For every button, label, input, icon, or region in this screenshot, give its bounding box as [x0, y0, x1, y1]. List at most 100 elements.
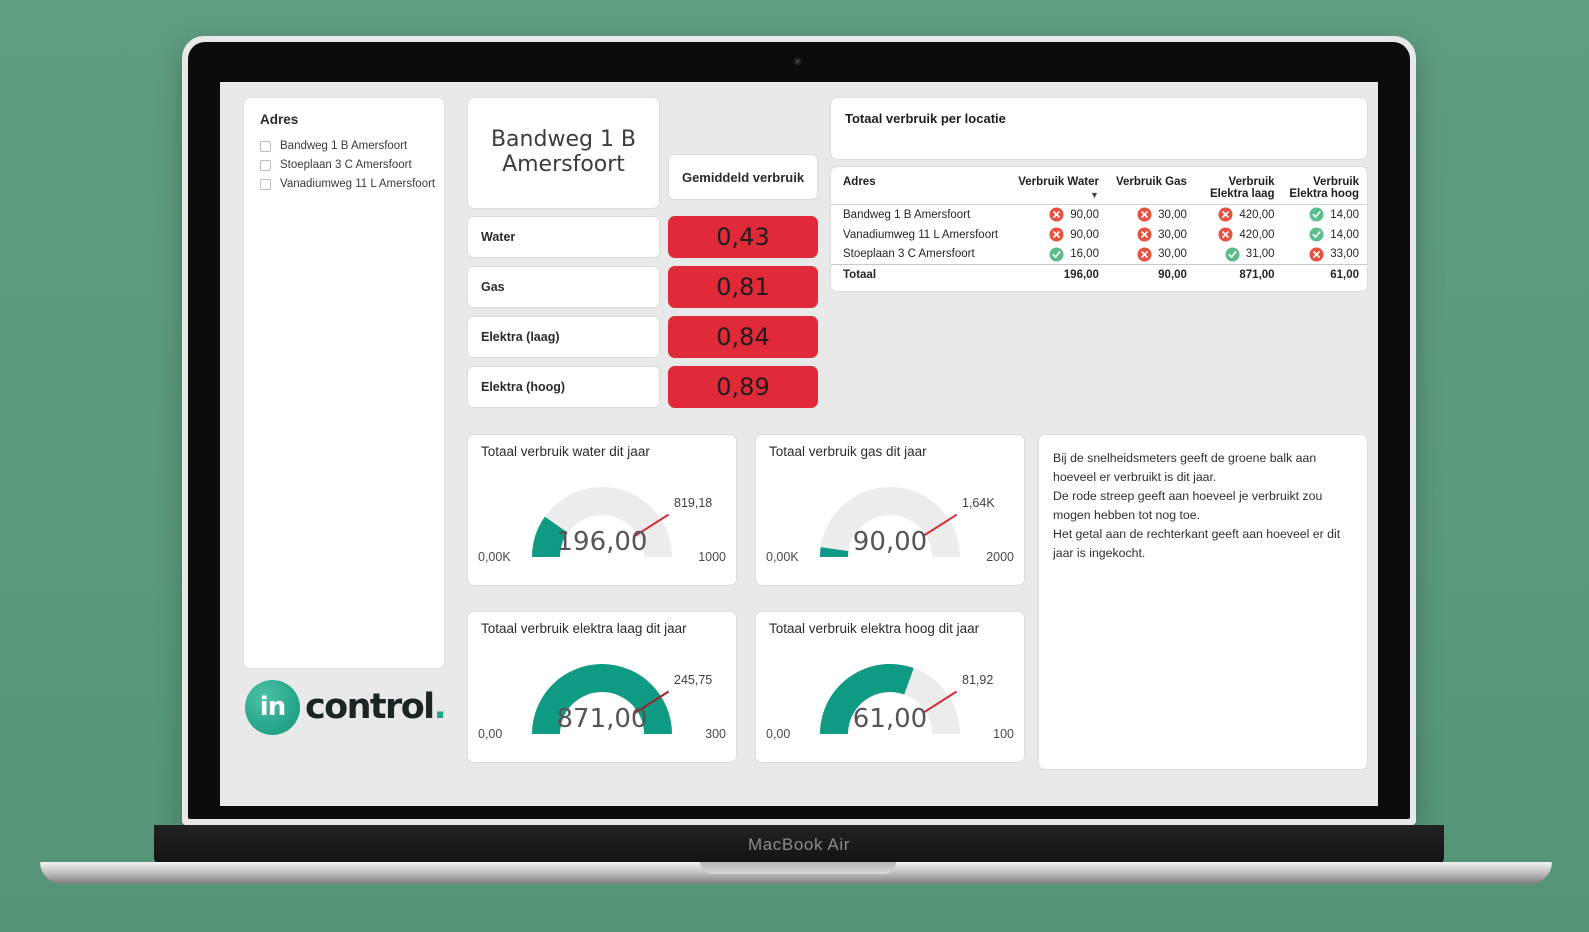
cell-water: 90,00: [1006, 205, 1107, 225]
matrix-title-card: Totaal verbruik per locatie: [830, 97, 1368, 160]
matrix-title: Totaal verbruik per locatie: [845, 111, 1006, 126]
col-header-label: Verbruik Gas: [1115, 176, 1187, 188]
table-row[interactable]: Stoeplaan 3 C Amersfoort 16,00 30,00 31,…: [831, 245, 1367, 265]
col-header-verbruik-water[interactable]: Verbruik Water ▼: [1006, 167, 1107, 205]
kpi-value-card: 0,81: [668, 266, 818, 308]
info-line-3: Het getal aan de rechterkant geeft aan h…: [1053, 527, 1341, 561]
gauge-max-label: 2000: [986, 550, 1014, 564]
address-filter-item[interactable]: Vanadiumweg 11 L Amersfoort: [260, 175, 444, 193]
col-header-label: Verbruik: [1312, 176, 1359, 188]
cell-value: 30,00: [1158, 228, 1187, 241]
checkbox-icon[interactable]: [260, 159, 271, 171]
kpi-value-text: 0,43: [716, 223, 770, 251]
info-panel: Bij de snelheidsmeters geeft de groene b…: [1038, 434, 1368, 770]
average-usage-header-card: Gemiddeld verbruik: [668, 154, 818, 200]
col-header-adres[interactable]: Adres: [831, 167, 1007, 205]
logo-wordmark: control.: [305, 687, 447, 727]
gauge-card-gas: Totaal verbruik gas dit jaar 90,00 0,00K 2…: [755, 434, 1025, 586]
cell-elektra-laag: 420,00: [1195, 205, 1283, 225]
cell-value: 90,00: [1070, 208, 1099, 221]
screenshot-root: Adres Bandweg 1 B Amersfoort Stoeplaan 3…: [0, 0, 1589, 932]
logo-circle-icon: in: [245, 679, 300, 735]
info-line-2: De rode streep geeft aan hoeveel je verb…: [1053, 489, 1323, 523]
cell-elektra-laag: 420,00: [1195, 225, 1283, 245]
selected-address-title: Bandweg 1 B Amersfoort: [490, 127, 637, 177]
gauge-title: Totaal verbruik elektra laag dit jaar: [481, 621, 687, 636]
kpi-label-card: Elektra (hoog): [467, 366, 660, 408]
kpi-value-text: 0,89: [716, 373, 770, 401]
matrix-table: Adres Verbruik Water ▼ Verbruik Gas Verb…: [831, 167, 1367, 285]
gauge-min-label: 0,00: [478, 727, 503, 741]
kpi-value-text: 0,84: [716, 323, 770, 351]
address-filter-label: Bandweg 1 B Amersfoort: [280, 140, 408, 152]
col-header-verbruik-elektra-laag[interactable]: Verbruik Elektra laag: [1194, 167, 1283, 205]
cell-total-label: Totaal: [831, 264, 1007, 285]
gauge-body: 196,00 0,00K 1000 819,18: [468, 459, 736, 571]
col-header-label: Verbruik Water: [1018, 176, 1099, 188]
gauge-body: 90,00 0,00K 2000 1,64K: [756, 459, 1024, 571]
status-bad-icon: [1218, 207, 1233, 222]
laptop-base: MacBook Air: [154, 825, 1444, 867]
cell-gas: 30,00: [1107, 205, 1195, 225]
status-bad-icon: [1049, 227, 1064, 242]
gauge-value: 871,00: [556, 704, 648, 734]
logo-dot: .: [433, 687, 447, 727]
device-label: MacBook Air: [747, 835, 851, 854]
average-usage-header-label: Gemiddeld verbruik: [681, 169, 805, 185]
matrix-header-row: Adres Verbruik Water ▼ Verbruik Gas Verb…: [831, 167, 1367, 205]
gauge-card-elektra-laag: Totaal verbruik elektra laag dit jaar 87…: [467, 611, 737, 763]
kpi-value-card: 0,84: [668, 316, 818, 358]
gauge-min-label: 0,00K: [478, 550, 511, 564]
status-good-icon: [1225, 247, 1240, 262]
table-row[interactable]: Vanadiumweg 11 L Amersfoort 90,00 30,00 …: [831, 225, 1367, 245]
gauge-max-label: 100: [993, 727, 1014, 741]
logo-word-text: control: [305, 687, 435, 727]
cell-total-water: 196,00: [1006, 264, 1107, 285]
gauge-target-label: 245,75: [674, 672, 713, 687]
cell-value: 420,00: [1239, 228, 1275, 241]
checkbox-icon[interactable]: [260, 140, 271, 152]
col-header-verbruik-gas[interactable]: Verbruik Gas: [1106, 167, 1195, 205]
kpi-row-gas: Gas 0,81: [467, 266, 818, 308]
address-filter-panel: Adres Bandweg 1 B Amersfoort Stoeplaan 3…: [243, 97, 445, 669]
table-total-row: Totaal 196,00 90,00 871,00 61,00: [831, 264, 1367, 285]
cell-total-gas: 90,00: [1106, 264, 1195, 285]
cell-value: 420,00: [1239, 208, 1275, 221]
address-filter-item[interactable]: Stoeplaan 3 C Amersfoort: [260, 156, 444, 174]
matrix-body: Bandweg 1 B Amersfoort 90,00 30,00 420,0…: [831, 205, 1367, 285]
brand-logo: in control.: [245, 678, 455, 736]
gauge-max-label: 1000: [698, 550, 726, 564]
cell-value: 33,00: [1330, 248, 1359, 261]
gauge-min-label: 0,00K: [766, 550, 799, 564]
status-bad-icon: [1137, 227, 1152, 242]
cell-value: 14,00: [1330, 208, 1359, 221]
gauge-target-label: 1,64K: [962, 495, 995, 510]
checkbox-icon[interactable]: [260, 178, 271, 190]
kpi-row-elektra-hoog: Elektra (hoog) 0,89: [467, 366, 818, 408]
cell-address: Vanadiumweg 11 L Amersfoort: [843, 228, 999, 241]
gauge-card-elektra-hoog: Totaal verbruik elektra hoog dit jaar 61…: [755, 611, 1025, 763]
cell-value: 30,00: [1158, 208, 1187, 221]
status-bad-icon: [1137, 207, 1152, 222]
info-line-1: Bij de snelheidsmeters geeft de groene b…: [1053, 451, 1317, 485]
cell-total-elektra-laag: 871,00: [1194, 264, 1283, 285]
cell-value: 30,00: [1158, 248, 1187, 261]
laptop-front-notch: [700, 862, 896, 874]
table-row[interactable]: Bandweg 1 B Amersfoort 90,00 30,00 420,0…: [831, 205, 1367, 225]
col-header-verbruik-elektra-hoog[interactable]: Verbruik Elektra hoog: [1282, 167, 1367, 205]
cell-value: 31,00: [1245, 248, 1275, 261]
cell-value: 14,00: [1330, 228, 1359, 241]
col-header-label-2: Elektra hoog: [1289, 188, 1359, 200]
sort-descending-icon[interactable]: ▼: [1006, 191, 1099, 200]
selected-address-card: Bandweg 1 B Amersfoort: [467, 97, 660, 209]
cell-elektra-laag: 31,00: [1195, 245, 1283, 265]
status-bad-icon: [1049, 207, 1064, 222]
address-filter-item[interactable]: Bandweg 1 B Amersfoort: [260, 137, 444, 155]
status-good-icon: [1049, 247, 1064, 262]
kpi-row-elektra-laag: Elektra (laag) 0,84: [467, 316, 818, 358]
status-bad-icon: [1309, 247, 1324, 262]
status-bad-icon: [1137, 247, 1152, 262]
cell-address: Stoeplaan 3 C Amersfoort: [843, 248, 975, 261]
cell-gas: 30,00: [1107, 245, 1195, 265]
kpi-row-water: Water 0,43: [467, 216, 818, 258]
